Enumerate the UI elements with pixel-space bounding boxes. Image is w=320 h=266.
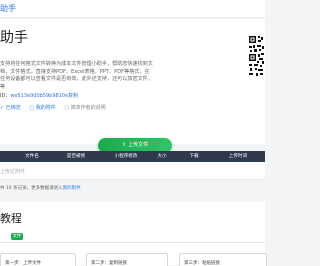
tutorial-title: 教程 — [0, 212, 22, 225]
step-2-card: 第二步：复制链接 — [86, 253, 168, 266]
col-mini-program: 小程序修改 — [114, 154, 138, 159]
upload-button-label: 上传文件 — [128, 142, 149, 148]
step-3-label: 第三步：粘贴链接 — [184, 261, 220, 266]
col-filename: 文件名 — [25, 154, 39, 159]
my-files-link[interactable]: ▢ 我的附件 — [29, 104, 55, 111]
step-3-card: 第三步：粘贴链接 — [179, 253, 267, 266]
id-value: we513e9d0b59b9810e — [10, 93, 69, 99]
table-empty-row: 上传过附件 — [0, 162, 265, 180]
tutorial-card: 教程 文件 第一步：上传文件 第二步：复制链接 第三步：粘贴链接 — [0, 202, 267, 266]
notice-my-files-link[interactable]: 我的附件 — [63, 186, 81, 191]
page-title: 助手 — [0, 30, 28, 46]
qr-code-icon — [247, 34, 265, 78]
id-line: ID：we513e9d0b59b9810e复制 — [0, 92, 78, 99]
col-modified: 是否被修 — [66, 154, 86, 159]
empty-message: 上传过附件 — [0, 169, 26, 175]
brand-logo[interactable]: 助手 — [0, 3, 16, 14]
bound-link[interactable]: ✓ 已绑定 — [0, 104, 21, 111]
top-bar: 助手 — [0, 0, 265, 18]
step-1-card: 第一步：上传文件 — [0, 253, 76, 266]
tab-file[interactable]: 文件 — [11, 233, 23, 240]
author-info-link[interactable]: ▢ 简单作者的说明 — [64, 104, 105, 111]
file-table-header: 文件名 是否被修 小程序修改 大小 下载 上传时间 — [0, 151, 265, 162]
step-1-label: 第一步：上传文件 — [5, 261, 41, 266]
intro-card: 助手 支持将任何格式文件转换为成本文件管理小助手，帮助您快速找到文档，文件格式，… — [0, 19, 265, 153]
intro-description: 支持将任何格式文件转换为成本文件管理小助手，帮助您快速找到文档，文件格式，直接支… — [0, 61, 153, 90]
copy-link[interactable]: 复制 — [68, 93, 78, 99]
intro-links: ✓ 已绑定 ▢ 我的附件 ▢ 简单作者的说明 — [0, 104, 106, 111]
id-label: ID： — [0, 93, 11, 99]
col-download: 下载 — [189, 154, 199, 159]
records-notice: 共 10 条记录，更多数据请进入我的附件 — [0, 185, 81, 191]
col-size: 大小 — [157, 154, 167, 159]
notice-text: 共 10 条记录，更多数据请进入 — [0, 186, 63, 191]
upload-icon: ⇪ — [121, 142, 127, 148]
col-upload-time: 上传时间 — [228, 154, 248, 159]
step-2-label: 第二步：复制链接 — [91, 261, 127, 266]
tab-divider — [0, 242, 265, 243]
